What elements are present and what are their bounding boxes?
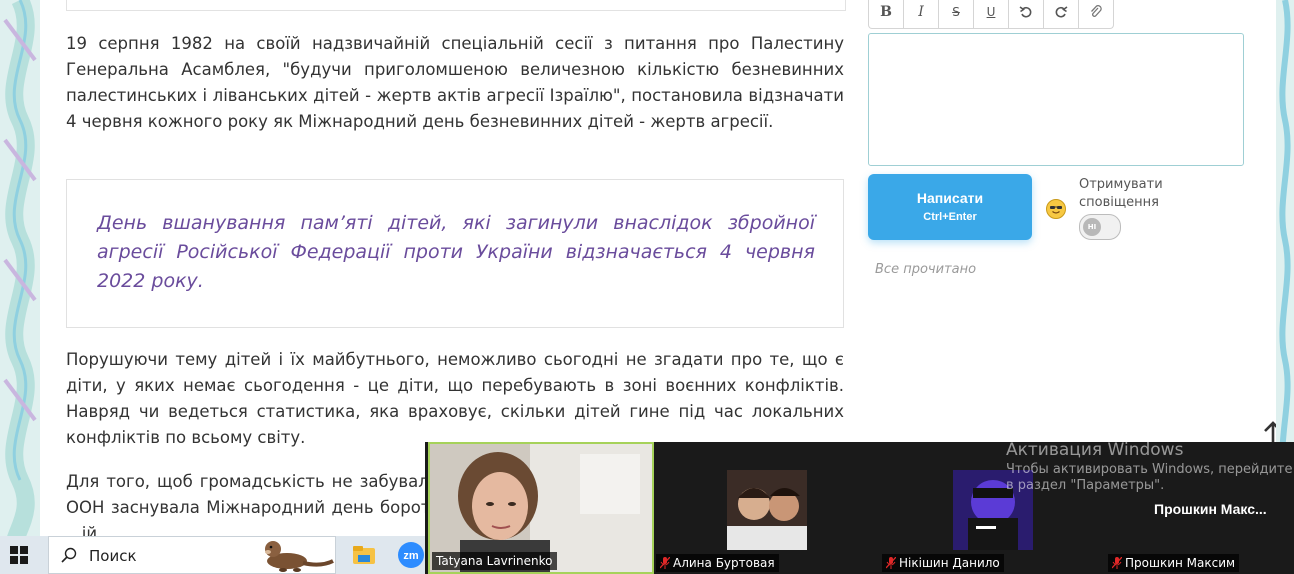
paperclip-icon — [1091, 5, 1102, 17]
article-quote-text: День вшанування пам’яті дітей, які загин… — [97, 212, 815, 292]
send-button-label: Написати — [916, 190, 984, 206]
redo-button[interactable] — [1044, 0, 1079, 28]
participant-name-text: Нікішин Данило — [899, 556, 1000, 570]
activation-subtitle: Чтобы активировать Windows, перейдите в … — [1006, 462, 1293, 493]
participant-name: Tatyana Lavrinenko — [432, 552, 557, 570]
bold-button[interactable]: B — [869, 0, 904, 28]
attach-button[interactable] — [1079, 0, 1113, 28]
comment-form: B I S U Написати Ctrl+Enter Отримувати с… — [866, 0, 1246, 300]
search-placeholder: Поиск — [89, 547, 137, 565]
italic-label: I — [918, 4, 924, 20]
windows-taskbar: Поиск zm — [0, 536, 440, 574]
comment-textarea[interactable] — [868, 33, 1244, 166]
muted-mic-icon — [886, 557, 896, 569]
underline-label: U — [986, 5, 996, 19]
participant-name: Нікішин Данило — [882, 554, 1004, 572]
participant-tile[interactable]: Tatyana Lavrinenko — [428, 442, 654, 574]
article-quote-block: День вшанування пам’яті дітей, які загин… — [66, 179, 844, 328]
redo-icon — [1055, 6, 1068, 18]
toggle-knob: HI — [1083, 218, 1101, 236]
decorative-side-pattern-left — [0, 0, 40, 536]
windows-activation-watermark: Активация Windows Чтобы активировать Win… — [1006, 440, 1294, 494]
notifications-label: Отримувати сповіщення — [1079, 177, 1163, 210]
participant-tile[interactable]: Алина Буртовая — [654, 442, 880, 574]
search-icon — [61, 547, 77, 563]
mark-all-read-link[interactable]: Все прочитано — [875, 262, 976, 277]
taskbar-search-input[interactable]: Поиск — [48, 536, 336, 574]
activation-title: Активация Windows — [1006, 440, 1184, 460]
svg-text:zm: zm — [403, 550, 419, 562]
participant-name: Алина Буртовая — [656, 554, 779, 572]
previous-block-frame — [66, 0, 846, 11]
participant-display-name: Прошкин Макс... — [1154, 501, 1267, 517]
sunglasses-smiley-icon — [1050, 206, 1062, 214]
participant-name-text: Tatyana Lavrinenko — [436, 554, 553, 568]
italic-button[interactable]: I — [904, 0, 939, 28]
undo-icon — [1019, 6, 1032, 18]
muted-mic-icon — [1112, 557, 1122, 569]
participant-name: Прошкин Максим — [1108, 554, 1240, 572]
undo-button[interactable] — [1009, 0, 1044, 28]
participant-name-text: Прошкин Максим — [1125, 556, 1236, 570]
emoji-icon[interactable] — [1046, 199, 1066, 219]
strikethrough-label: S — [952, 5, 960, 19]
notifications-toggle[interactable]: HI — [1079, 214, 1121, 240]
muted-mic-icon — [660, 557, 670, 569]
article-paragraph-2: Порушуючи тему дітей і їх майбутнього, н… — [66, 350, 844, 447]
send-comment-button[interactable]: Написати Ctrl+Enter — [868, 174, 1032, 240]
file-explorer-icon[interactable] — [351, 542, 377, 568]
strikethrough-button[interactable]: S — [939, 0, 974, 28]
editor-toolbar: B I S U — [868, 0, 1114, 29]
zoom-app-icon[interactable]: zm — [398, 542, 424, 568]
bold-label: B — [880, 4, 892, 20]
participant-name-text: Алина Буртовая — [673, 556, 775, 570]
underline-button[interactable]: U — [974, 0, 1009, 28]
article-paragraph-1: 19 серпня 1982 на своїй надзвичайній спе… — [66, 34, 844, 131]
otter-illustration-icon — [265, 541, 334, 572]
send-button-shortcut: Ctrl+Enter — [923, 211, 977, 223]
windows-start-icon[interactable] — [10, 546, 28, 564]
